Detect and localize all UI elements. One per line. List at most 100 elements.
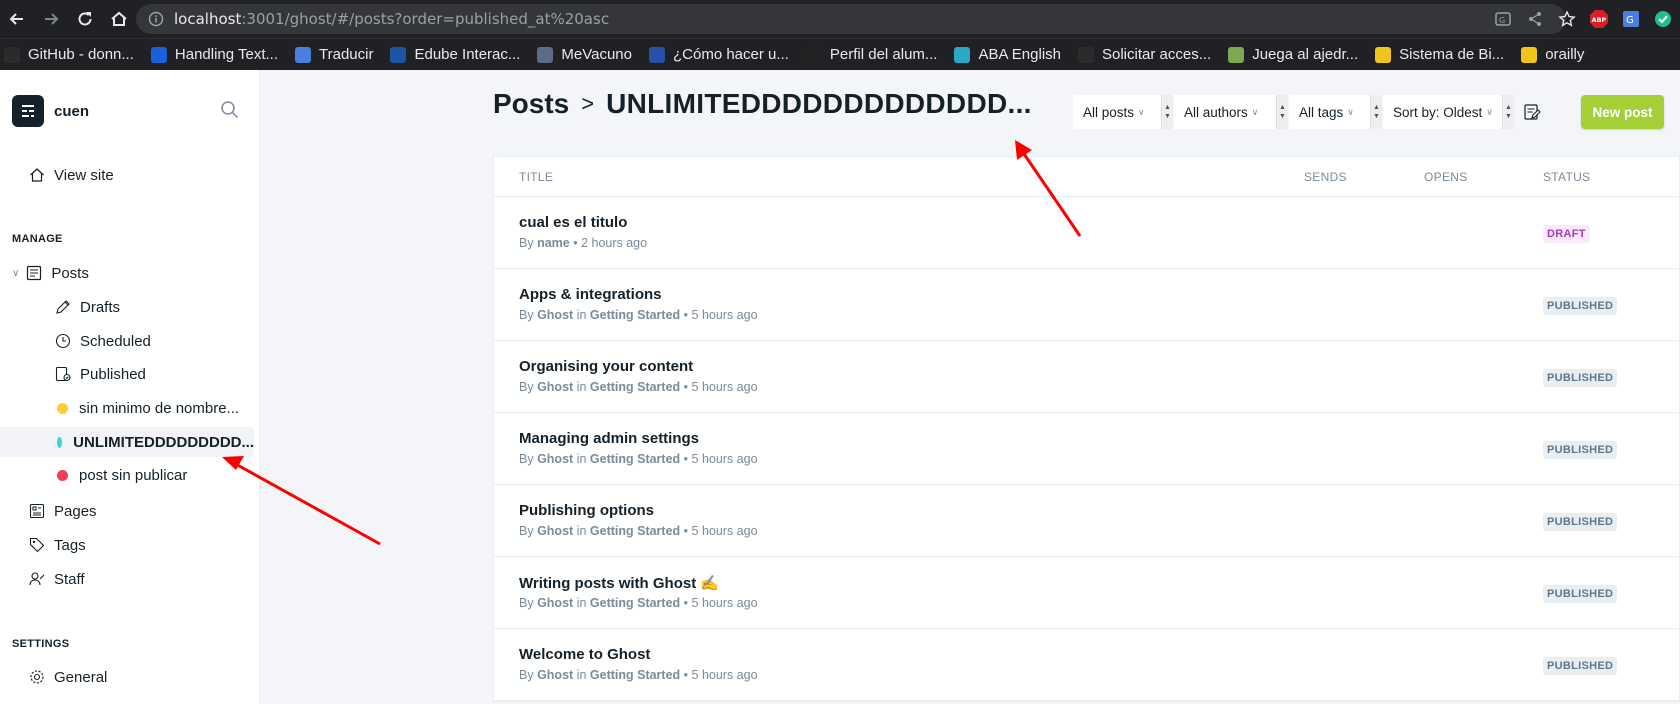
tag-filter-select[interactable]: All tags ∨ ▲ ▼ <box>1289 95 1382 129</box>
url-host: localhost <box>174 10 242 28</box>
meta-by: By <box>519 308 534 322</box>
share-icon[interactable] <box>1524 8 1546 30</box>
translate-icon[interactable]: G <box>1492 8 1514 30</box>
post-author: Ghost <box>537 596 574 610</box>
custom-view-0[interactable]: sin minimo de nombre... <box>0 393 254 423</box>
search-icon[interactable] <box>220 100 240 120</box>
bookmark-label: GitHub - donn... <box>28 46 134 63</box>
nav-staff-label: Staff <box>54 570 85 588</box>
published-icon <box>54 365 72 383</box>
col-sends: SENDS <box>1304 170 1347 184</box>
post-meta: By Ghost in Getting Started • 5 hours ag… <box>519 596 758 610</box>
bookmark-item[interactable]: Handling Text... <box>150 46 279 63</box>
nav-scheduled[interactable]: Scheduled <box>0 326 254 356</box>
table-row[interactable]: Organising your content By Ghost in Getti… <box>494 341 1679 413</box>
bookmark-item[interactable]: Edube Interac... <box>390 46 520 63</box>
site-name: cuen <box>54 102 90 120</box>
nav-pages[interactable]: Pages <box>0 496 254 526</box>
translate-icon <box>295 46 312 63</box>
table-row[interactable]: Managing admin settings By Ghost in Getti… <box>494 413 1679 485</box>
post-title[interactable]: Welcome to Ghost <box>519 646 650 663</box>
table-row[interactable]: Writing posts with Ghost ✍️ By Ghost in G… <box>494 557 1679 629</box>
post-title[interactable]: Publishing options <box>519 502 654 519</box>
reload-button[interactable] <box>68 2 102 36</box>
bookmark-item[interactable]: Traducir <box>295 46 373 63</box>
brand[interactable]: cuen <box>12 95 89 127</box>
info-icon <box>148 11 164 27</box>
post-title[interactable]: Organising your content <box>519 358 693 375</box>
address-bar[interactable]: localhost:3001/ghost/#/posts?order=publi… <box>136 4 1566 34</box>
table-row[interactable]: Publishing options By Ghost in Getting St… <box>494 485 1679 557</box>
meta-in: in <box>576 524 587 538</box>
nav-view-site[interactable]: View site <box>0 160 254 190</box>
author-filter-select[interactable]: All authors ∨ ▲ ▼ <box>1174 95 1288 129</box>
table-row[interactable]: cual es el titulo By name • 2 hours ago DR… <box>494 197 1679 269</box>
nav-posts[interactable]: ∨ Posts <box>0 258 254 288</box>
pencil-icon <box>54 298 72 316</box>
status-badge: DRAFT <box>1543 225 1590 243</box>
meta-in: in <box>576 308 587 322</box>
bookmark-item[interactable]: GitHub - donn... <box>4 46 134 63</box>
post-title[interactable]: cual es el titulo <box>519 214 627 231</box>
post-time: • 5 hours ago <box>683 452 758 466</box>
breadcrumb-posts-link[interactable]: Posts <box>493 88 569 120</box>
google-translate-ext-icon[interactable]: G <box>1620 8 1642 30</box>
nav-drafts-label: Drafts <box>80 298 121 316</box>
bookmark-item[interactable]: MeVacuno <box>537 46 632 63</box>
bookmark-item[interactable]: Sistema de Bi... <box>1375 46 1504 63</box>
sort-value: Sort by: Oldest <box>1393 104 1483 120</box>
type-filter-select[interactable]: All posts ∨ ▲ ▼ <box>1073 95 1173 129</box>
sort-select[interactable]: Sort by: Oldest ∨ ▲ ▼ <box>1383 95 1514 129</box>
bookmark-item[interactable]: orailly <box>1521 46 1584 63</box>
star-icon[interactable] <box>1556 8 1578 30</box>
status-badge: PUBLISHED <box>1543 657 1618 675</box>
bookmark-item[interactable]: ABA English <box>954 46 1061 63</box>
nav-drafts[interactable]: Drafts <box>0 292 254 322</box>
forward-button[interactable] <box>34 2 68 36</box>
bookmark-label: Edube Interac... <box>414 46 521 63</box>
custom-view-1[interactable]: UNLIMITEDDDDDDDDD... <box>0 427 254 457</box>
library-icon <box>1375 46 1392 63</box>
save-view-button[interactable] <box>1516 95 1548 129</box>
chevron-down-icon[interactable]: ∨ <box>12 268 19 279</box>
bookmark-label: orailly <box>1545 46 1585 63</box>
table-row[interactable]: Apps & integrations By Ghost in Getting S… <box>494 269 1679 341</box>
status-badge: PUBLISHED <box>1543 369 1618 387</box>
status-badge: PUBLISHED <box>1543 441 1618 459</box>
post-title[interactable]: Apps & integrations <box>519 286 662 303</box>
edube-icon <box>390 46 407 63</box>
meta-by: By <box>519 668 534 682</box>
home-button[interactable] <box>102 2 136 36</box>
post-title[interactable]: Writing posts with Ghost ✍️ <box>519 574 719 592</box>
extension-icon[interactable] <box>1652 8 1674 30</box>
clock-icon <box>54 332 72 350</box>
adblock-icon[interactable]: ABP <box>1588 8 1610 30</box>
bookmark-item[interactable]: Juega al ajedr... <box>1228 46 1358 63</box>
select-spinner-icon: ▲ ▼ <box>1276 95 1288 129</box>
page-title: UNLIMITEDDDDDDDDDDDDD... <box>606 88 1032 119</box>
home-icon <box>111 11 127 26</box>
status-badge: PUBLISHED <box>1543 297 1618 315</box>
nav-staff[interactable]: Staff <box>0 564 254 594</box>
post-time: • 5 hours ago <box>683 308 758 322</box>
nav-tags[interactable]: Tags <box>0 530 254 560</box>
table-header: TITLE SENDS OPENS STATUS <box>494 157 1679 197</box>
status-badge: PUBLISHED <box>1543 585 1618 603</box>
bookmark-item[interactable]: Solicitar acces... <box>1078 46 1211 63</box>
bookmark-label: Handling Text... <box>174 46 279 63</box>
table-row[interactable]: Welcome to Ghost By Ghost in Getting Star… <box>494 629 1679 701</box>
post-title[interactable]: Managing admin settings <box>519 430 699 447</box>
bookmark-item[interactable]: Perfil del alum... <box>805 46 937 63</box>
bookmark-item[interactable]: ¿Cómo hacer u... <box>649 46 789 63</box>
nav-published[interactable]: Published <box>0 359 254 389</box>
custom-view-2[interactable]: post sin publicar <box>0 460 254 490</box>
library-icon <box>1521 46 1538 63</box>
bookmark-label: ABA English <box>978 46 1061 63</box>
home-icon <box>28 166 46 184</box>
browser-toolbar: localhost:3001/ghost/#/posts?order=publi… <box>0 0 1680 38</box>
back-button[interactable] <box>0 2 34 36</box>
aba-icon <box>954 46 971 63</box>
new-post-button[interactable]: New post <box>1581 95 1664 129</box>
nav-general[interactable]: General <box>0 662 254 692</box>
ghost-logo-icon <box>12 95 44 127</box>
